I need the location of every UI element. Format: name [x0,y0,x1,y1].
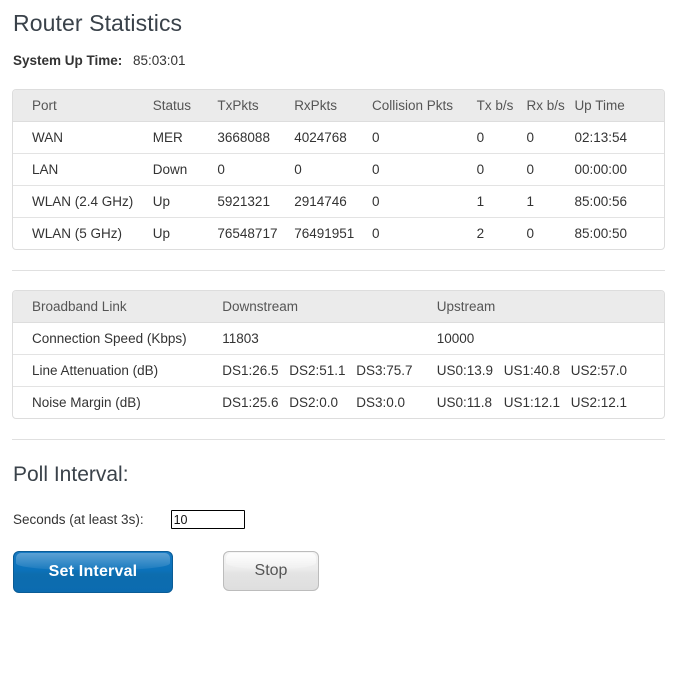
system-up-time-label: System Up Time: [13,52,123,68]
cell-metric-name: Noise Margin (dB) [13,385,223,418]
cell-port: WLAN (5 GHz) [13,216,153,249]
poll-interval-buttons: Set Interval Stop [0,550,677,593]
cell-downstream-values: DS1:26.5 DS2:51.1 DS3:75.7 [222,353,437,386]
table-row: LAN Down 0 0 0 0 0 00:00:00 [13,152,664,185]
port-statistics-table-wrapper: Port Status TxPkts RxPkts Collision Pkts… [0,88,677,250]
cell-rxpkts: 0 [294,152,372,185]
stop-button-label: Stop [254,561,288,579]
cell-status: Down [152,152,218,185]
downstream-value: DS3:0.0 [356,394,406,410]
upstream-value: US2:57.0 [570,362,628,378]
cell-upstream-values: US0:11.8 US1:12.1 US2:12.1 [436,385,664,418]
cell-tx-bps: 2 [476,216,527,249]
seconds-label: Seconds (at least 3s): [13,512,144,528]
cell-collision-pkts: 0 [371,184,477,217]
cell-metric-name: Connection Speed (Kbps) [32,330,187,346]
cell-port: WAN [32,129,63,145]
column-header-up-time: Up Time [574,89,664,122]
cell-rxpkts: 76491951 [294,216,372,249]
downstream-value: DS1:25.6 [222,394,279,410]
column-header-status: Status [152,89,218,122]
cell-rxpkts: 4024768 [294,129,347,145]
cell-up-time: 02:13:54 [574,129,627,145]
cell-tx-bps: 0 [476,152,527,185]
cell-rx-bps: 1 [526,184,575,217]
cell-upstream-values: 10000 [437,323,664,354]
cell-up-time: 85:00:56 [574,184,664,217]
column-header-collision-pkts: Collision Pkts [371,89,477,122]
downstream-value: DS2:51.1 [289,362,346,378]
column-header-txpkts: TxPkts [217,89,295,122]
cell-rx-bps: 0 [526,216,575,249]
cell-up-time: 85:00:50 [574,216,664,249]
cell-status: MER [152,129,183,145]
cell-upstream-values: US0:13.9 US1:40.8 US2:57.0 [436,353,664,386]
poll-interval-input[interactable] [170,510,245,530]
column-header-rxpkts: RxPkts [294,89,372,122]
column-header-broadband-link: Broadband Link [13,290,223,323]
table-row: Noise Margin (dB) DS1:25.6 DS2:0.0 DS3:0.0… [13,385,664,418]
column-header-port: Port [13,89,153,122]
port-statistics-table: Port Status TxPkts RxPkts Collision Pkts… [12,88,665,250]
cell-port: WLAN (2.4 GHz) [13,184,153,217]
downstream-value: DS1:26.5 [222,362,279,378]
cell-tx-bps: 1 [476,184,527,217]
cell-status: Up [152,184,218,217]
upstream-value: US1:12.1 [503,394,561,410]
table-row: WLAN (5 GHz) Up 76548717 76491951 0 2 0 … [13,216,664,249]
broadband-link-table: Broadband Link Downstream Upstream Conne… [12,289,665,419]
cell-collision-pkts: 0 [371,216,477,249]
cell-txpkts: 5921321 [217,184,295,217]
table-row: WLAN (2.4 GHz) Up 5921321 2914746 0 1 1 … [13,184,664,217]
upstream-value: US1:40.8 [503,362,561,378]
upstream-value: US2:12.1 [570,394,628,410]
table-row: Line Attenuation (dB) DS1:26.5 DS2:51.1 DS… [13,353,664,386]
upstream-value: 10000 [436,330,475,346]
downstream-value: DS2:0.0 [289,394,339,410]
cell-txpkts: 3668088 [217,129,270,145]
page-title: Router Statistics [13,10,183,36]
stop-button[interactable]: Stop [223,550,319,591]
cell-status: Up [152,216,218,249]
router-statistics-page: Router Statistics System Up Time: 85:03:0… [0,0,677,593]
poll-interval-row: Seconds (at least 3s): [0,509,677,531]
downstream-value: 11803 [222,330,259,346]
column-header-rx-bps: Rx b/s [526,89,575,122]
broadband-link-table-wrapper: Broadband Link Downstream Upstream Conne… [0,289,677,419]
cell-collision-pkts: 0 [371,152,477,185]
cell-downstream-values: DS1:25.6 DS2:0.0 DS3:0.0 [222,385,437,418]
cell-port: LAN [13,152,153,185]
poll-interval-title: Poll Interval: [13,462,129,486]
cell-txpkts: 0 [217,152,295,185]
cell-up-time: 00:00:00 [574,152,664,185]
column-header-tx-bps: Tx b/s [476,89,527,122]
cell-collision-pkts: 0 [371,129,380,145]
system-up-time: System Up Time: 85:03:01 [0,38,677,69]
cell-metric-name: Line Attenuation (dB) [13,353,223,386]
table-row: Connection Speed (Kbps) 11803 10000 [13,323,664,354]
downstream-value: DS3:75.7 [356,362,413,378]
cell-rx-bps: 0 [526,152,575,185]
cell-txpkts: 76548717 [217,216,295,249]
set-interval-button-label: Set Interval [48,562,138,580]
cell-rx-bps: 0 [526,129,535,145]
upstream-value: US0:13.9 [436,362,494,378]
system-up-time-value: 85:03:01 [133,52,186,68]
cell-downstream-values: 11803 [222,323,437,354]
cell-tx-bps: 0 [476,129,485,145]
table-header-row: Port Status TxPkts RxPkts Collision Pkts… [13,89,664,122]
column-header-upstream: Upstream [436,290,664,323]
table-row: WAN MER 3668088 4024768 0 0 0 02:13:54 [13,122,664,153]
set-interval-button[interactable]: Set Interval [13,550,173,593]
column-header-downstream: Downstream [222,290,437,323]
cell-rxpkts: 2914746 [294,184,372,217]
table-header-row: Broadband Link Downstream Upstream [13,290,664,323]
upstream-value: US0:11.8 [436,394,493,410]
